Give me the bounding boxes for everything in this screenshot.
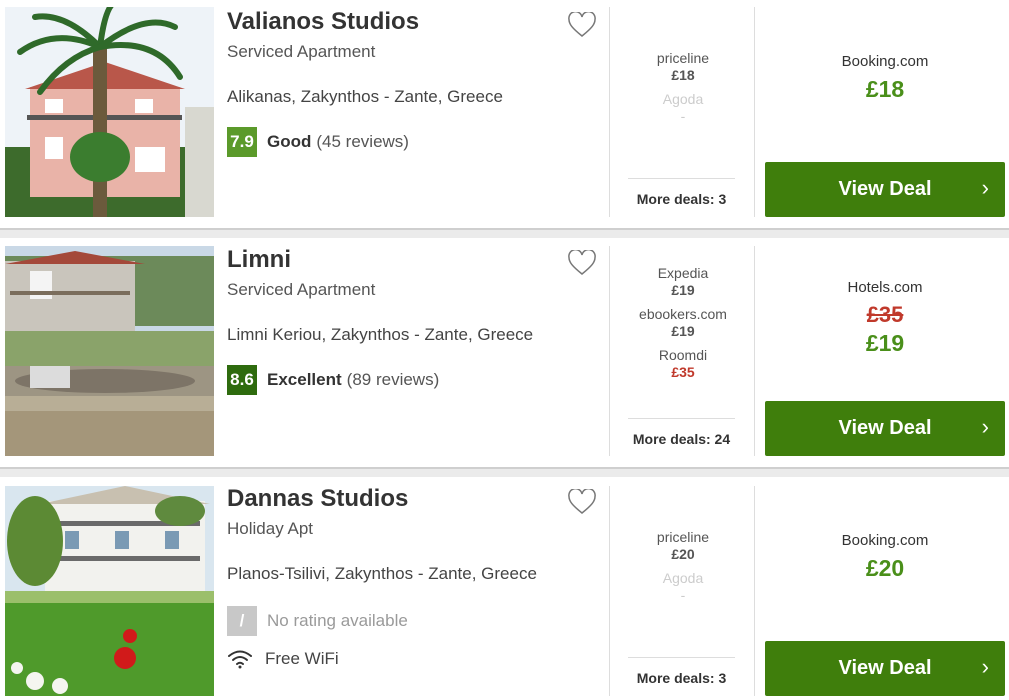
deal-item[interactable]: ebookers.com £19 bbox=[628, 306, 738, 339]
deal-price: £20 bbox=[671, 546, 695, 562]
rating-score-badge: / bbox=[227, 606, 257, 636]
review-count[interactable]: (45 reviews) bbox=[316, 132, 409, 152]
deal-provider: priceline bbox=[656, 529, 710, 545]
hotel-type: Serviced Apartment bbox=[227, 280, 376, 299]
wifi-icon bbox=[227, 649, 253, 669]
deal-price: £18 bbox=[671, 67, 695, 83]
view-deal-label: View Deal bbox=[838, 657, 932, 679]
divider bbox=[754, 486, 755, 696]
rating-score-badge: 8.6 bbox=[227, 365, 257, 395]
deal-provider: Agoda bbox=[662, 570, 704, 586]
rating-score-badge: 7.9 bbox=[227, 127, 257, 157]
hotel-type: Holiday Apt bbox=[227, 519, 313, 538]
best-deal-price: £18 bbox=[865, 76, 905, 102]
view-deal-label: View Deal bbox=[838, 417, 932, 439]
deal-price: £19 bbox=[671, 323, 695, 339]
best-deal: Booking.com £20 bbox=[764, 532, 1006, 582]
deal-item: Agoda - bbox=[628, 570, 738, 603]
deal-provider: ebookers.com bbox=[639, 306, 727, 322]
hotel-card: Limni Serviced Apartment Limni Keriou, Z… bbox=[0, 238, 1009, 467]
hotel-photo[interactable] bbox=[5, 486, 214, 696]
rating-row: / No rating available bbox=[227, 606, 408, 636]
hotel-name[interactable]: Dannas Studios bbox=[227, 485, 408, 513]
rating-label: No rating available bbox=[267, 611, 408, 630]
chevron-right-icon: › bbox=[981, 175, 989, 200]
hotel-card: Dannas Studios Holiday Apt Planos-Tsiliv… bbox=[0, 477, 1009, 700]
deal-provider: priceline bbox=[656, 50, 710, 66]
deal-item[interactable]: priceline £20 bbox=[628, 529, 738, 562]
view-deal-button[interactable]: View Deal › bbox=[765, 162, 1005, 217]
deal-item[interactable]: Expedia £19 bbox=[628, 265, 738, 298]
card-separator bbox=[0, 467, 1009, 477]
rating-row: 8.6 Excellent (89 reviews) bbox=[227, 365, 439, 395]
amenity-label: Free WiFi bbox=[265, 649, 339, 668]
hotel-photo[interactable] bbox=[5, 246, 214, 456]
deals-list: Expedia £19 ebookers.com £19 Roomdi £35 bbox=[628, 265, 738, 388]
best-deal-provider: Hotels.com bbox=[847, 279, 923, 296]
divider bbox=[754, 7, 755, 217]
best-deal-old-price: £35 bbox=[866, 302, 904, 327]
best-deal: Hotels.com £35 £19 bbox=[764, 279, 1006, 357]
deals-list: priceline £18 Agoda - bbox=[628, 50, 738, 132]
hotel-type: Serviced Apartment bbox=[227, 42, 376, 61]
deal-price: £35 bbox=[671, 364, 695, 380]
hotel-name[interactable]: Limni bbox=[227, 246, 291, 274]
favorite-heart-icon[interactable] bbox=[568, 248, 596, 276]
favorite-heart-icon[interactable] bbox=[568, 10, 596, 38]
best-deal-price: £19 bbox=[865, 330, 905, 356]
favorite-heart-icon[interactable] bbox=[568, 487, 596, 515]
rating-row: 7.9 Good (45 reviews) bbox=[227, 127, 409, 157]
divider bbox=[609, 7, 610, 217]
more-deals-link[interactable]: More deals: 3 bbox=[628, 178, 735, 207]
view-deal-label: View Deal bbox=[838, 178, 932, 200]
deal-price: £19 bbox=[671, 282, 695, 298]
best-deal-provider: Booking.com bbox=[841, 532, 929, 549]
view-deal-button[interactable]: View Deal › bbox=[765, 401, 1005, 456]
card-separator bbox=[0, 228, 1009, 238]
hotel-card: Valianos Studios Serviced Apartment Alik… bbox=[0, 0, 1009, 228]
deals-list: priceline £20 Agoda - bbox=[628, 529, 738, 611]
deal-provider: Expedia bbox=[657, 265, 709, 281]
hotel-location: Planos-Tsilivi, Zakynthos - Zante, Greec… bbox=[227, 564, 537, 583]
chevron-right-icon: › bbox=[981, 414, 989, 439]
deal-provider: Agoda bbox=[662, 91, 704, 107]
deal-item[interactable]: priceline £18 bbox=[628, 50, 738, 83]
deal-item: Agoda - bbox=[628, 91, 738, 124]
deal-price: - bbox=[680, 587, 686, 603]
view-deal-button[interactable]: View Deal › bbox=[765, 641, 1005, 696]
review-count[interactable]: (89 reviews) bbox=[347, 370, 440, 390]
more-deals-link[interactable]: More deals: 3 bbox=[628, 657, 735, 686]
divider bbox=[754, 246, 755, 456]
divider bbox=[609, 246, 610, 456]
more-deals-link[interactable]: More deals: 24 bbox=[628, 418, 735, 447]
hotel-location: Alikanas, Zakynthos - Zante, Greece bbox=[227, 87, 503, 106]
hotel-location: Limni Keriou, Zakynthos - Zante, Greece bbox=[227, 325, 534, 344]
best-deal-provider: Booking.com bbox=[841, 53, 929, 70]
amenity-wifi: Free WiFi bbox=[227, 649, 339, 669]
hotel-name[interactable]: Valianos Studios bbox=[227, 8, 419, 36]
deal-item[interactable]: Roomdi £35 bbox=[628, 347, 738, 380]
rating-label: Excellent bbox=[267, 370, 342, 389]
rating-label: Good bbox=[267, 132, 312, 151]
deal-provider: Roomdi bbox=[658, 347, 708, 363]
chevron-right-icon: › bbox=[981, 654, 989, 679]
deal-price: - bbox=[680, 108, 686, 124]
best-deal: Booking.com £18 bbox=[764, 53, 1006, 103]
best-deal-price: £20 bbox=[865, 555, 905, 581]
divider bbox=[609, 486, 610, 696]
hotel-photo[interactable] bbox=[5, 7, 214, 217]
